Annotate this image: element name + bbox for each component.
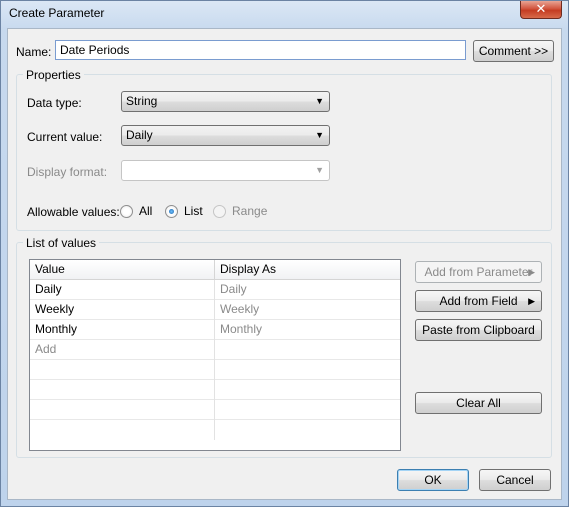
table-row-empty xyxy=(30,360,400,380)
radio-all-circle[interactable] xyxy=(120,205,133,218)
row-display-as[interactable]: Weekly xyxy=(214,300,400,320)
dialog-body: Name: Date Periods Comment >> Properties… xyxy=(7,28,562,500)
row-display-as-empty xyxy=(214,340,400,360)
radio-all-label: All xyxy=(139,204,153,218)
table-header: Value Display As xyxy=(30,260,400,280)
name-label: Name: xyxy=(16,45,52,59)
row-value[interactable]: Daily xyxy=(30,280,214,300)
table-row[interactable]: Weekly Weekly xyxy=(30,300,400,320)
add-from-field-button[interactable]: Add from Field ▶ xyxy=(415,290,542,312)
clear-all-button[interactable]: Clear All xyxy=(415,392,542,414)
window-title: Create Parameter xyxy=(9,6,105,20)
cancel-button[interactable]: Cancel xyxy=(479,469,551,491)
row-display-as[interactable]: Daily xyxy=(214,280,400,300)
display-format-select: ▼ xyxy=(121,160,330,181)
name-input[interactable]: Date Periods xyxy=(55,40,466,60)
table-row-empty xyxy=(30,400,400,420)
chevron-down-icon: ▼ xyxy=(315,130,324,140)
comment-button[interactable]: Comment >> xyxy=(473,40,554,62)
table-row[interactable]: Daily Daily xyxy=(30,280,400,300)
table-row[interactable]: Monthly Monthly xyxy=(30,320,400,340)
paste-from-clipboard-button[interactable]: Paste from Clipboard xyxy=(415,319,542,341)
data-type-select[interactable]: String ▼ xyxy=(121,91,330,112)
table-row-add[interactable]: Add xyxy=(30,340,400,360)
radio-range-circle xyxy=(213,205,226,218)
row-value[interactable]: Monthly xyxy=(30,320,214,340)
column-header-value[interactable]: Value xyxy=(30,260,214,280)
chevron-down-icon: ▼ xyxy=(315,96,324,106)
chevron-down-icon: ▼ xyxy=(315,165,324,175)
radio-list-circle[interactable] xyxy=(165,205,178,218)
add-from-parameter-button: Add from Parameter ▶ xyxy=(415,261,542,283)
data-type-value: String xyxy=(126,94,158,108)
chevron-right-icon: ▶ xyxy=(528,267,535,277)
chevron-right-icon: ▶ xyxy=(528,296,535,306)
title-bar[interactable]: Create Parameter ✕ xyxy=(1,1,568,25)
radio-list-label: List xyxy=(184,204,203,218)
list-of-values-title: List of values xyxy=(23,236,100,250)
table-row-empty xyxy=(30,420,400,440)
add-from-parameter-label: Add from Parameter xyxy=(424,265,533,279)
row-value[interactable]: Weekly xyxy=(30,300,214,320)
radio-range-label: Range xyxy=(232,204,268,218)
properties-title: Properties xyxy=(23,68,84,82)
radio-selected-dot xyxy=(169,209,174,214)
ok-button[interactable]: OK xyxy=(397,469,469,491)
display-format-label: Display format: xyxy=(27,165,108,179)
current-value-select[interactable]: Daily ▼ xyxy=(121,125,330,146)
dialog-window: Create Parameter ✕ Name: Date Periods Co… xyxy=(0,0,569,507)
column-header-display-as[interactable]: Display As xyxy=(214,260,400,280)
current-value-value: Daily xyxy=(126,128,153,142)
data-type-label: Data type: xyxy=(27,96,82,110)
allowable-values-label: Allowable values: xyxy=(27,205,120,219)
row-display-as[interactable]: Monthly xyxy=(214,320,400,340)
close-icon[interactable]: ✕ xyxy=(520,1,562,19)
values-table[interactable]: Value Display As Daily Daily Weekly Week… xyxy=(29,259,401,451)
add-from-field-label: Add from Field xyxy=(439,294,518,308)
current-value-label: Current value: xyxy=(27,130,103,144)
add-row-placeholder[interactable]: Add xyxy=(30,340,214,360)
table-row-empty xyxy=(30,380,400,400)
